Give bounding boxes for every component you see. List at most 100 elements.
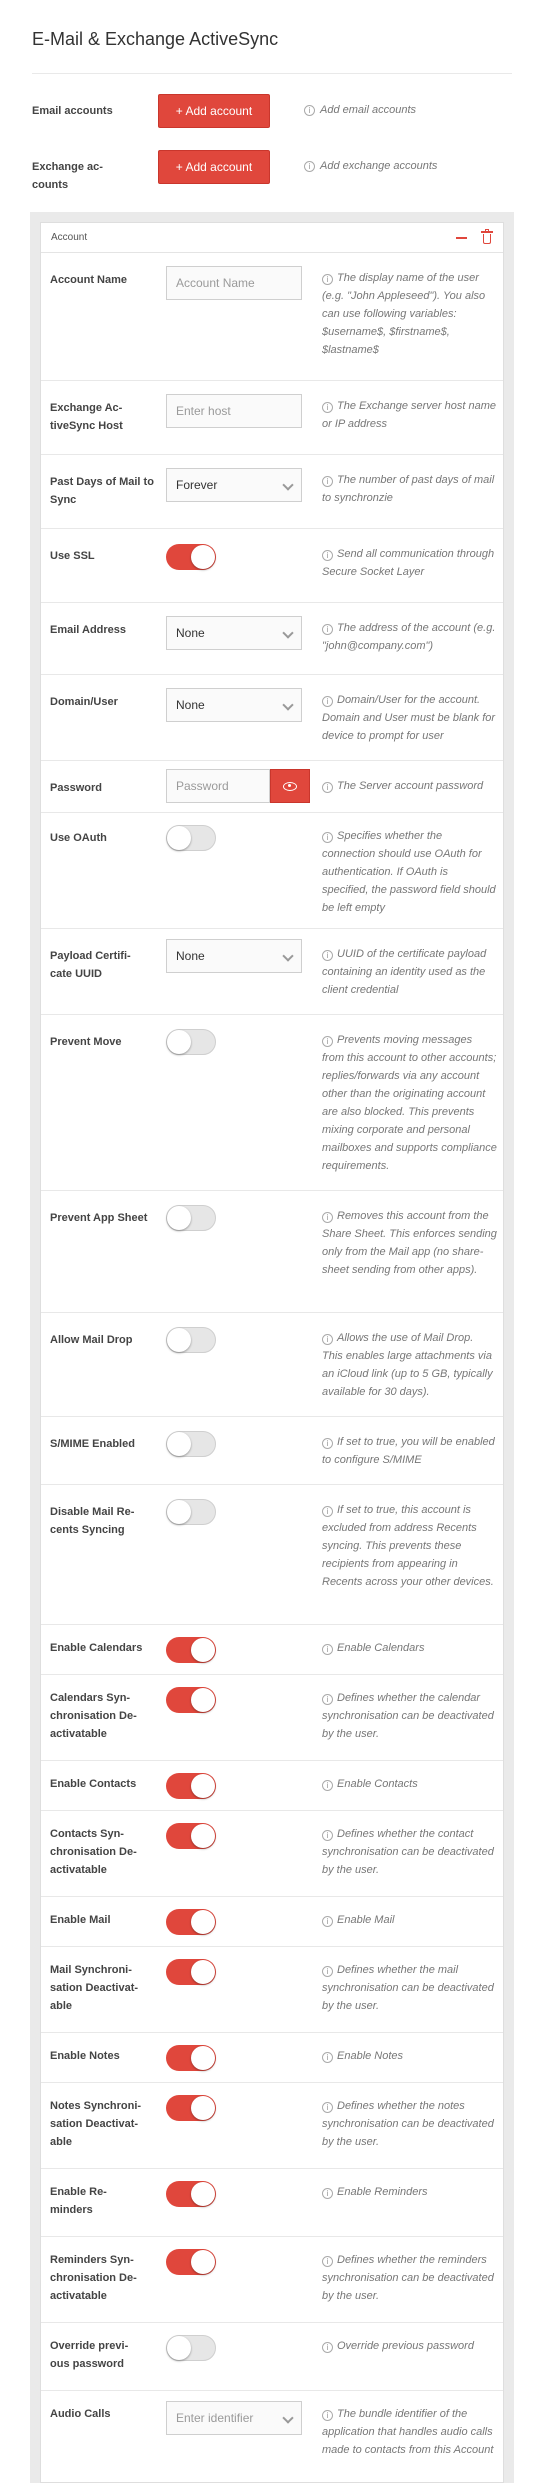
password-hint-text: The Server account password <box>337 780 484 792</box>
account-name-input[interactable] <box>166 266 302 300</box>
account-name-row: Account Name iThe display name of the us… <box>41 253 503 381</box>
audio-calls-placeholder: Enter identifier <box>176 2411 254 2425</box>
account-name-hint: i The display name of the user (e.g. "Joh… <box>322 253 503 380</box>
reminders-deact-row: Reminders Syn- chronisation De- activata… <box>41 2237 503 2323</box>
page: E-Mail & Exchange ActiveSync Email accou… <box>0 0 544 2483</box>
host-label: Exchange Ac- tiveSync Host <box>50 402 123 432</box>
calendars-deact-toggle[interactable] <box>166 1687 216 1713</box>
chevron-down-icon <box>282 699 294 711</box>
prevent-move-toggle[interactable] <box>166 1029 216 1055</box>
calendars-deact-label: Calendars Syn- chronisation De- activata… <box>50 1692 137 1740</box>
info-icon: i <box>322 476 333 487</box>
host-input[interactable] <box>166 394 302 428</box>
info-icon: i <box>322 1036 333 1047</box>
use-oauth-hint-text: Specifies whether the connection should … <box>322 830 496 914</box>
contacts-deact-toggle[interactable] <box>166 1823 216 1849</box>
override-password-hint-text: Override previous password <box>337 2340 474 2352</box>
chevron-down-icon <box>282 2412 294 2424</box>
notes-deact-toggle[interactable] <box>166 2095 216 2121</box>
prevent-app-sheet-hint-text: Removes this account from the Share Shee… <box>322 1210 497 1276</box>
account-panel-header: Account <box>41 223 503 253</box>
use-oauth-row: Use OAuth i Specifies whether the connect… <box>41 813 503 929</box>
reminders-deact-hint-text: Defines whether the reminders synchronis… <box>322 2254 494 2302</box>
enable-notes-row: Enable Notes i Enable Notes <box>41 2033 503 2083</box>
enable-contacts-hint: i Enable Contacts <box>322 1761 503 1810</box>
override-password-toggle[interactable] <box>166 2335 216 2361</box>
info-icon: i <box>322 1334 333 1345</box>
use-oauth-toggle[interactable] <box>166 825 216 851</box>
enable-reminders-hint-text: Enable Reminders <box>337 2186 428 2198</box>
reminders-deact-hint: i Defines whether the reminders synchroni… <box>322 2237 503 2322</box>
payload-cert-select[interactable]: None <box>166 939 302 973</box>
prevent-move-hint: i Prevents moving messages from this acco… <box>322 1015 503 1190</box>
disable-recents-toggle[interactable] <box>166 1499 216 1525</box>
info-icon: i <box>322 2188 333 2199</box>
chevron-down-icon <box>282 479 294 491</box>
info-icon: i <box>322 624 333 635</box>
info-icon: i <box>322 402 333 413</box>
add-email-account-button[interactable]: + Add account <box>158 94 270 128</box>
enable-calendars-hint: i Enable Calendars <box>322 1625 503 1674</box>
audio-calls-select[interactable]: Enter identifier <box>166 2401 302 2435</box>
mail-deact-toggle[interactable] <box>166 1959 216 1985</box>
page-title: E-Mail & Exchange ActiveSync <box>32 0 512 74</box>
account-panel-frame: Account Account Name iThe display name o… <box>30 212 514 2483</box>
trash-icon[interactable] <box>481 229 493 244</box>
override-password-label: Override previ- ous password <box>50 2340 129 2370</box>
show-password-button[interactable] <box>270 769 310 803</box>
mail-deact-hint-text: Defines whether the mail synchronisation… <box>322 1964 494 2012</box>
chevron-down-icon <box>282 627 294 639</box>
disable-recents-row: Disable Mail Re- cents Syncing i If set t… <box>41 1485 503 1625</box>
account-name-label: Account Name <box>50 274 128 286</box>
payload-cert-value: None <box>176 949 205 963</box>
add-exchange-account-button[interactable]: + Add account <box>158 150 270 184</box>
prevent-app-sheet-label: Prevent App Sheet <box>50 1212 148 1224</box>
prevent-move-label: Prevent Move <box>50 1036 122 1048</box>
audio-calls-label: Audio Calls <box>50 2408 111 2420</box>
calendars-deact-row: Calendars Syn- chronisation De- activata… <box>41 1675 503 1761</box>
enable-reminders-label: Enable Re- minders <box>50 2186 107 2216</box>
enable-notes-toggle[interactable] <box>166 2045 216 2071</box>
reminders-deact-toggle[interactable] <box>166 2249 216 2275</box>
smime-toggle[interactable] <box>166 1431 216 1457</box>
past-days-select[interactable]: Forever <box>166 468 302 502</box>
info-icon: i <box>322 2102 333 2113</box>
allow-mail-drop-toggle[interactable] <box>166 1327 216 1353</box>
email-address-hint: i The address of the account (e.g. "john@… <box>322 603 503 674</box>
enable-mail-toggle[interactable] <box>166 1909 216 1935</box>
enable-contacts-toggle[interactable] <box>166 1773 216 1799</box>
enable-reminders-hint: i Enable Reminders <box>322 2169 503 2236</box>
info-icon: i <box>322 2256 333 2267</box>
info-icon: i <box>322 1966 333 1977</box>
domain-user-value: None <box>176 698 205 712</box>
domain-user-hint-text: Domain/User for the account. Domain and … <box>322 694 496 742</box>
use-ssl-toggle[interactable] <box>166 544 216 570</box>
info-icon: i <box>304 160 315 172</box>
use-oauth-label: Use OAuth <box>50 832 107 844</box>
domain-user-select[interactable]: None <box>166 688 302 722</box>
chevron-down-icon <box>282 950 294 962</box>
domain-user-row: Domain/User None i Domain/User for the ac… <box>41 675 503 761</box>
eye-icon <box>283 781 297 791</box>
password-input[interactable] <box>166 769 270 803</box>
payload-cert-row: Payload Certifi- cate UUID None i UUID of… <box>41 929 503 1015</box>
minus-icon[interactable] <box>456 236 467 239</box>
info-icon: i <box>322 832 333 843</box>
contacts-deact-hint: i Defines whether the contact synchronisa… <box>322 1811 503 1896</box>
disable-recents-hint: i If set to true, this account is exclude… <box>322 1485 503 1624</box>
enable-mail-label: Enable Mail <box>50 1914 111 1926</box>
enable-calendars-row: Enable Calendars i Enable Calendars <box>41 1625 503 1675</box>
allow-mail-drop-hint-text: Allows the use of Mail Drop. This enable… <box>322 1332 493 1398</box>
account-panel: Account Account Name iThe display name o… <box>40 222 504 2483</box>
use-ssl-hint-text: Send all communication through Secure So… <box>322 548 495 578</box>
info-icon: i <box>322 1830 333 1841</box>
enable-reminders-toggle[interactable] <box>166 2181 216 2207</box>
enable-mail-hint: i Enable Mail <box>322 1897 503 1946</box>
email-address-row: Email Address None i The address of the a… <box>41 603 503 675</box>
use-ssl-row: Use SSL i Send all communication through … <box>41 529 503 603</box>
reminders-deact-label: Reminders Syn- chronisation De- activata… <box>50 2254 137 2302</box>
enable-calendars-toggle[interactable] <box>166 1637 216 1663</box>
email-address-select[interactable]: None <box>166 616 302 650</box>
prevent-app-sheet-toggle[interactable] <box>166 1205 216 1231</box>
past-days-value: Forever <box>176 478 218 492</box>
